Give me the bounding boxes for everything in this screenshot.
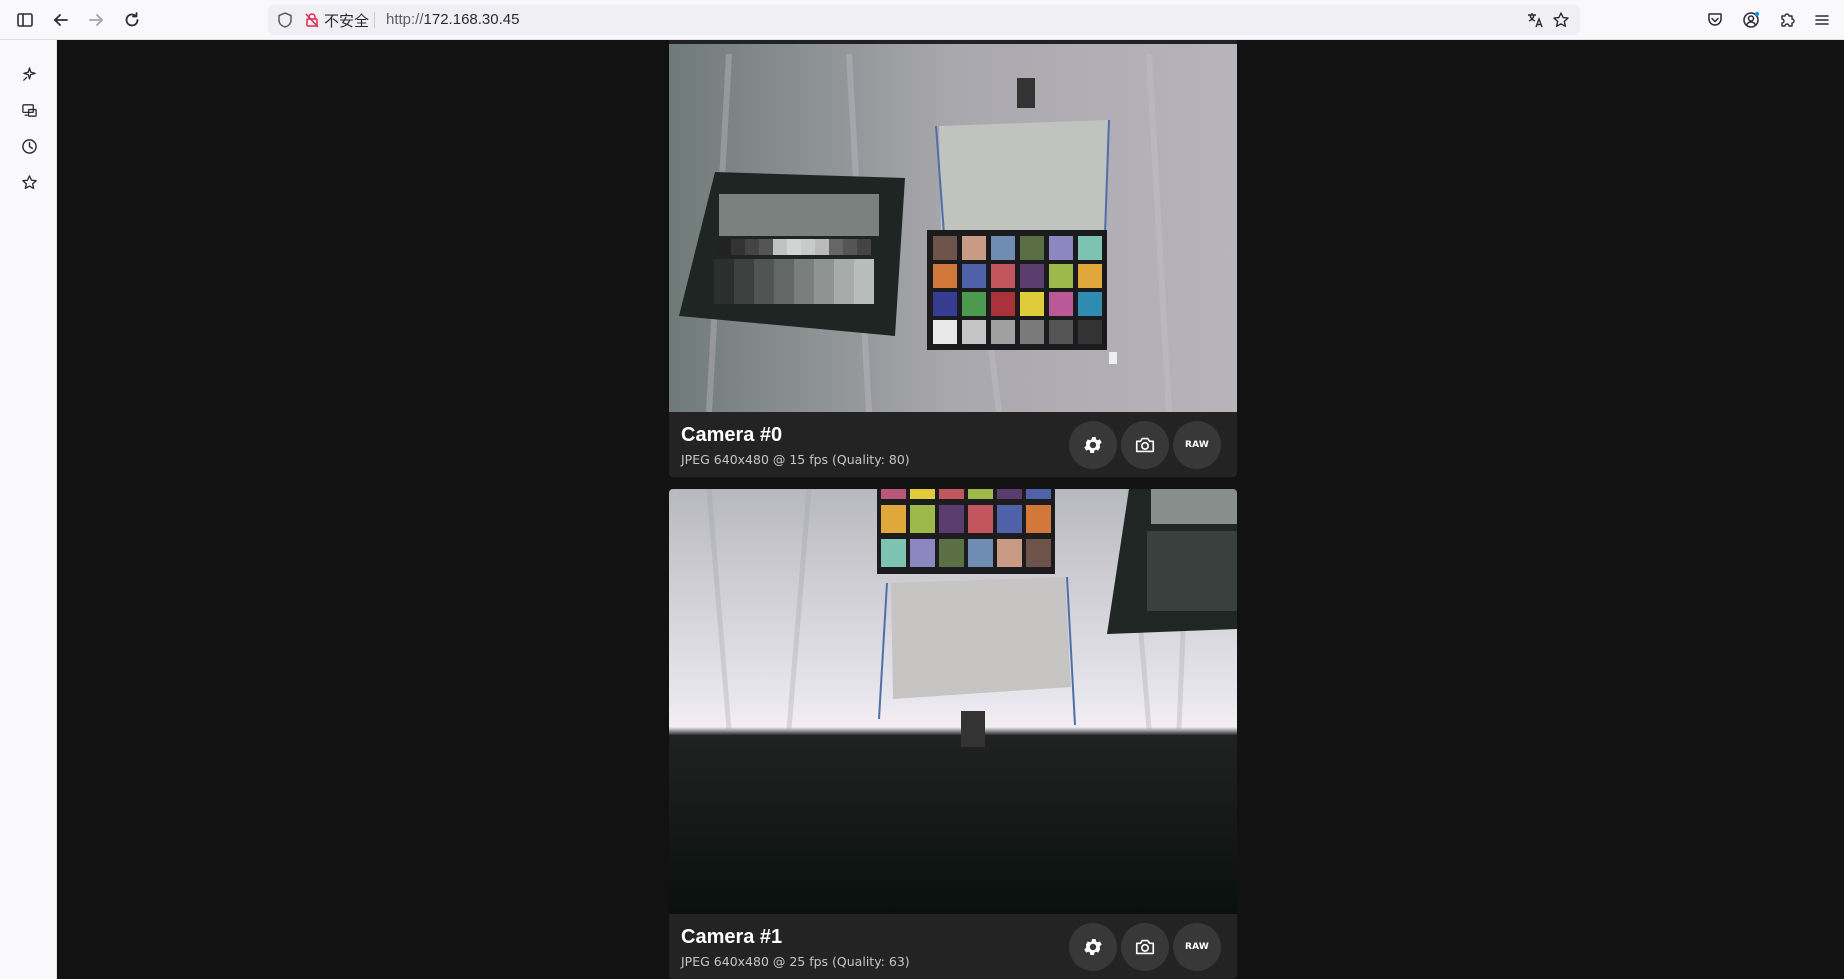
camera-name: Camera #0: [681, 424, 783, 446]
camera-card: Camera #0 JPEG 640x480 @ 15 fps (Quality…: [669, 40, 1237, 477]
raw-label: RAW: [1184, 440, 1210, 450]
forward-icon[interactable]: [84, 8, 108, 32]
url-text[interactable]: http://172.168.30.45: [386, 11, 519, 28]
gear-icon: [1084, 437, 1102, 453]
account-icon[interactable]: [1739, 8, 1763, 32]
browser-sidebar: [0, 40, 57, 979]
sidebar-toggle-icon[interactable]: [13, 8, 37, 32]
camera-icon: [1135, 437, 1155, 453]
pocket-icon[interactable]: [1703, 8, 1727, 32]
connection-status[interactable]: 不安全: [304, 10, 369, 30]
camera-icon: [1135, 939, 1155, 955]
camera-stream-image[interactable]: [669, 40, 1237, 412]
camera-name: Camera #1: [681, 926, 783, 948]
ai-chat-icon[interactable]: [18, 63, 40, 85]
url-host: 172.168.30.45: [423, 11, 520, 28]
menu-icon[interactable]: [1810, 8, 1834, 32]
url-separator: [374, 12, 375, 28]
gear-icon: [1084, 939, 1102, 955]
insecure-lock-icon: [305, 13, 319, 28]
camera-raw-button[interactable]: RAW: [1173, 923, 1221, 971]
bookmarks-icon[interactable]: [18, 171, 40, 193]
camera-description: JPEG 640x480 @ 15 fps (Quality: 80): [681, 452, 910, 467]
reload-icon[interactable]: [120, 8, 144, 32]
page-viewport[interactable]: Camera #0 JPEG 640x480 @ 15 fps (Quality…: [57, 40, 1844, 979]
camera-snapshot-button[interactable]: [1121, 923, 1169, 971]
camera-settings-button[interactable]: [1069, 421, 1117, 469]
history-icon[interactable]: [18, 135, 40, 157]
back-icon[interactable]: [49, 8, 73, 32]
shield-icon[interactable]: [276, 11, 294, 29]
camera-description: JPEG 640x480 @ 25 fps (Quality: 63): [681, 954, 910, 969]
camera-settings-button[interactable]: [1069, 923, 1117, 971]
security-label: 不安全: [324, 11, 370, 30]
url-scheme: http://: [386, 11, 424, 28]
translate-icon[interactable]: [1526, 11, 1544, 29]
camera-card: Camera #1 JPEG 640x480 @ 25 fps (Quality…: [669, 489, 1237, 979]
camera-snapshot-button[interactable]: [1121, 421, 1169, 469]
extensions-icon[interactable]: [1775, 8, 1799, 32]
camera-info-bar: Camera #1 JPEG 640x480 @ 25 fps (Quality…: [669, 914, 1237, 979]
camera-raw-button[interactable]: RAW: [1173, 421, 1221, 469]
address-bar[interactable]: 不安全 http://172.168.30.45: [268, 5, 1580, 35]
synced-tabs-icon[interactable]: [18, 99, 40, 121]
camera-stream-image[interactable]: [669, 489, 1237, 914]
bookmark-star-icon[interactable]: [1552, 11, 1570, 29]
browser-toolbar: 不安全 http://172.168.30.45: [0, 0, 1844, 40]
camera-info-bar: Camera #0 JPEG 640x480 @ 15 fps (Quality…: [669, 412, 1237, 477]
raw-label: RAW: [1184, 942, 1210, 952]
